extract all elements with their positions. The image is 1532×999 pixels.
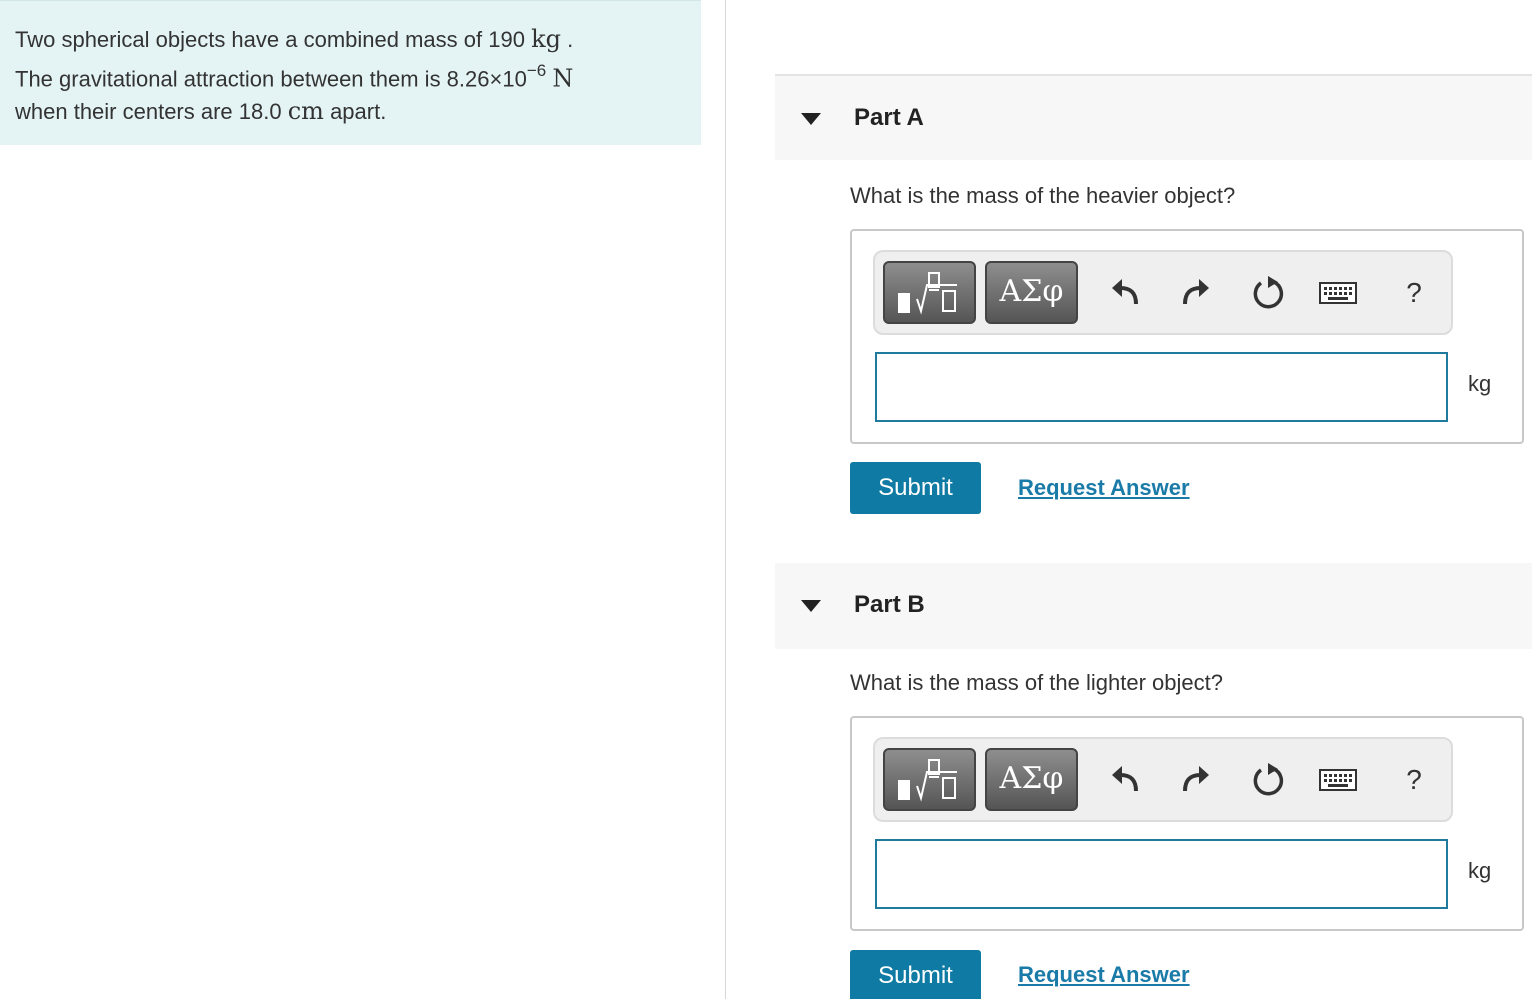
statement-text: when their centers are 18.0 (15, 99, 282, 125)
greek-symbols-button[interactable]: ΑΣφ (985, 261, 1078, 324)
part-a-title: Part A (854, 104, 924, 131)
greek-symbols-label: ΑΣφ (999, 761, 1064, 796)
unit-kg: kg (531, 25, 561, 53)
caret-down-icon[interactable] (801, 113, 821, 125)
keyboard-icon[interactable] (1319, 282, 1357, 320)
caret-down-icon[interactable] (801, 600, 821, 612)
help-icon[interactable]: ? (1395, 761, 1433, 799)
math-toolbar: ΑΣφ ? (873, 250, 1453, 335)
reset-icon[interactable] (1250, 761, 1288, 799)
statement-punct: . (567, 27, 574, 52)
statement-text: Two spherical objects have a combined ma… (15, 27, 525, 52)
part-b-answer-input[interactable] (875, 839, 1448, 909)
exponent: −6 (526, 61, 547, 80)
math-templates-button[interactable] (883, 261, 976, 324)
part-a-answer-box: ΑΣφ ? kg (850, 229, 1524, 444)
part-a-header[interactable]: Part A (775, 74, 1532, 160)
part-a-answer-input[interactable] (875, 352, 1448, 422)
statement-text: apart. (330, 99, 387, 125)
math-toolbar: ΑΣφ ? (873, 737, 1453, 822)
part-b-answer-box: ΑΣφ ? kg (850, 716, 1524, 931)
part-a-question: What is the mass of the heavier object? (850, 183, 1236, 208)
part-b-request-answer-link[interactable]: Request Answer (1018, 962, 1190, 988)
math-templates-icon (898, 272, 957, 315)
math-templates-icon (898, 759, 957, 802)
help-icon[interactable]: ? (1395, 274, 1433, 312)
undo-icon[interactable] (1108, 761, 1146, 799)
part-b-unit: kg (1468, 858, 1492, 883)
part-a-submit-button[interactable]: Submit (850, 462, 981, 514)
part-b-header[interactable]: Part B (775, 563, 1532, 649)
reset-icon[interactable] (1250, 274, 1288, 312)
greek-symbols-button[interactable]: ΑΣφ (985, 748, 1078, 811)
keyboard-icon[interactable] (1319, 769, 1357, 807)
statement-line-1: Two spherical objects have a combined ma… (15, 23, 686, 56)
part-b-title: Part B (854, 591, 925, 618)
statement-line-2: The gravitational attraction between the… (15, 56, 686, 95)
part-b-submit-button[interactable]: Submit (850, 950, 981, 999)
unit-n: N (552, 64, 574, 93)
part-a-request-answer-link[interactable]: Request Answer (1018, 475, 1190, 501)
part-b-question: What is the mass of the lighter object? (850, 670, 1223, 695)
undo-icon[interactable] (1108, 274, 1146, 312)
greek-symbols-label: ΑΣφ (999, 274, 1064, 309)
statement-text: The gravitational attraction between the… (15, 66, 527, 92)
problem-statement: Two spherical objects have a combined ma… (0, 0, 701, 145)
math-templates-button[interactable] (883, 748, 976, 811)
unit-cm: cm (287, 97, 324, 126)
redo-icon[interactable] (1175, 274, 1213, 312)
part-a-unit: kg (1468, 371, 1492, 396)
problem-pane: Two spherical objects have a combined ma… (0, 0, 726, 999)
statement-line-3: when their centers are 18.0 cm apart. (15, 95, 686, 128)
redo-icon[interactable] (1175, 761, 1213, 799)
